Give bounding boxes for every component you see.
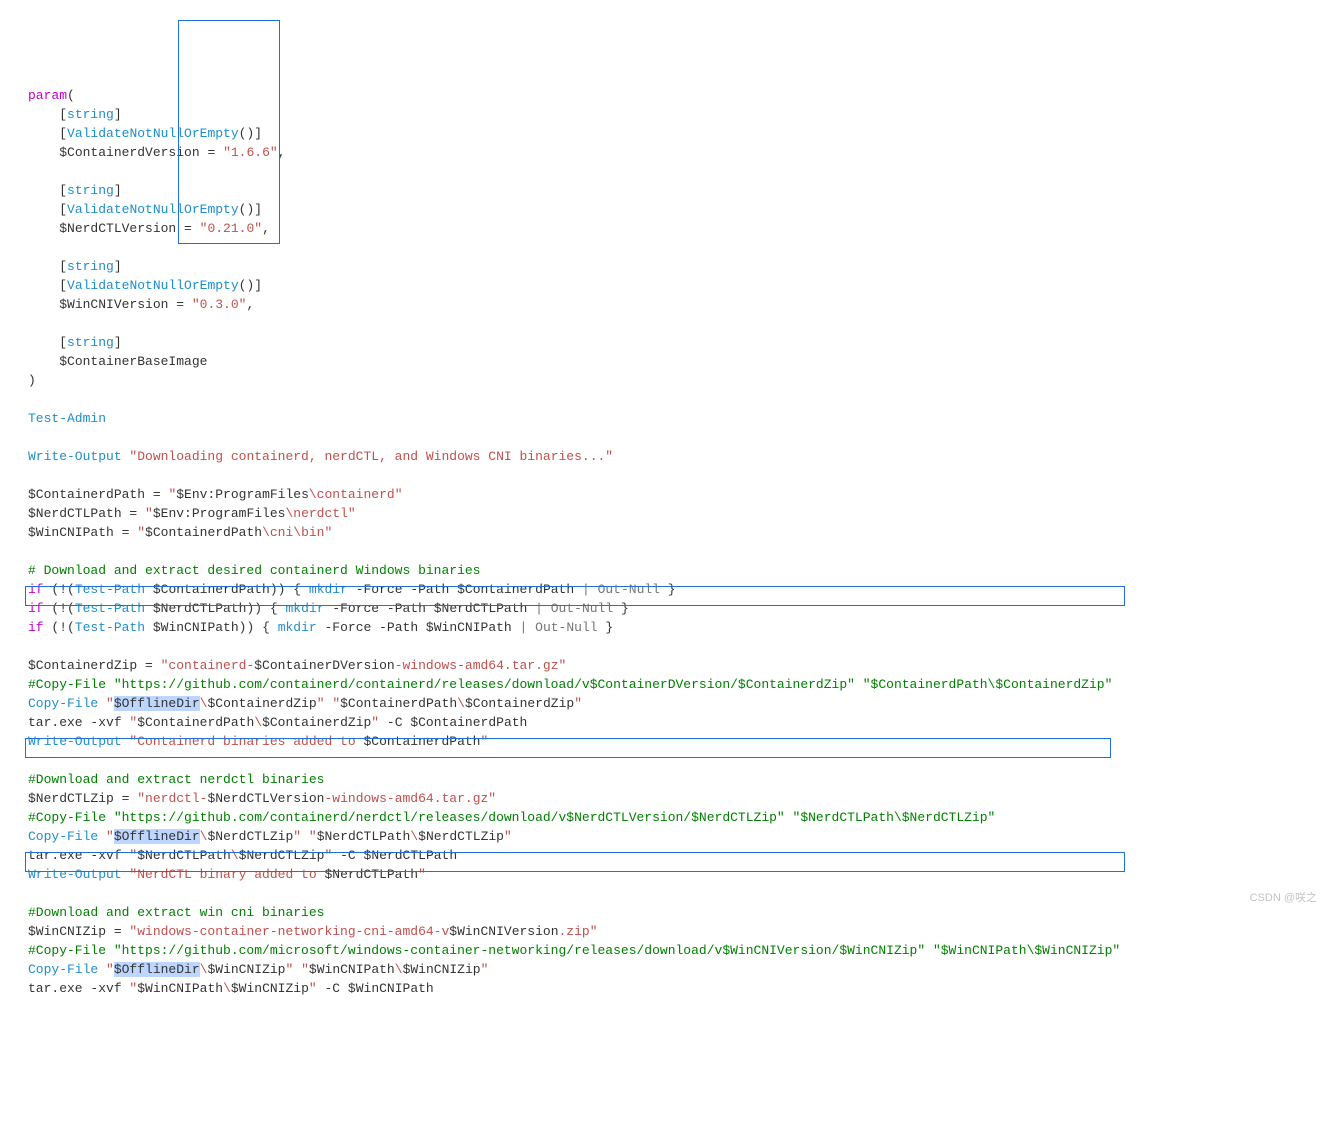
- offlinedir-highlight: $OfflineDir: [114, 696, 200, 711]
- watermark-text: CSDN @咲之: [1250, 889, 1317, 908]
- offlinedir-highlight: $OfflineDir: [114, 962, 200, 977]
- commented-download-wincni: #Copy-File "https://github.com/microsoft…: [28, 943, 1120, 958]
- commented-download-containerd: #Copy-File "https://github.com/container…: [28, 677, 1112, 692]
- code-block: param( [string] [ValidateNotNullOrEmpty(…: [28, 86, 1295, 998]
- offlinedir-highlight: $OfflineDir: [114, 829, 200, 844]
- command-test-admin: Test-Admin: [28, 411, 106, 426]
- commented-download-nerdctl: #Copy-File "https://github.com/container…: [28, 810, 995, 825]
- keyword-param: param: [28, 88, 67, 103]
